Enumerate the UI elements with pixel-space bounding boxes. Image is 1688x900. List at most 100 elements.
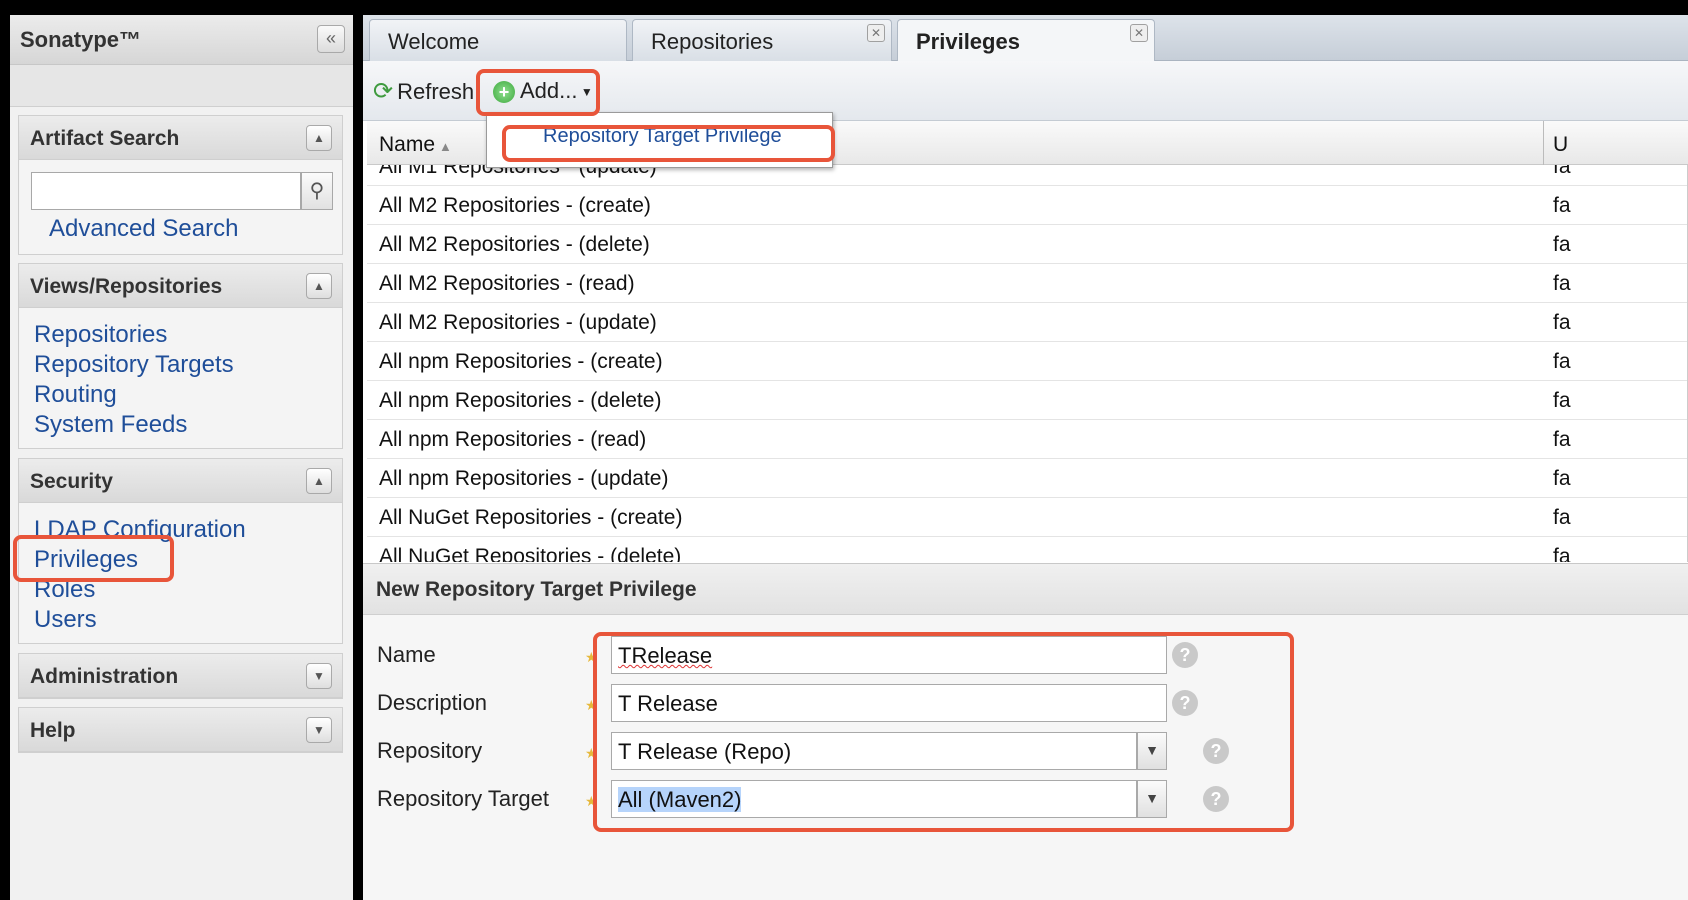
tab-welcome[interactable]: Welcome [369, 19, 627, 61]
description-value: T Release [618, 691, 718, 716]
repository-target-select-trigger[interactable]: ▼ [1137, 780, 1167, 818]
expand-down-icon[interactable]: ▼ [306, 663, 332, 689]
close-icon[interactable]: ✕ [867, 24, 885, 42]
add-label: Add... [520, 78, 578, 103]
nav-item-roles[interactable]: Roles [19, 575, 342, 605]
column-header-next[interactable]: U [1553, 133, 1568, 157]
nav-item-ldap-configuration[interactable]: LDAP Configuration [19, 515, 342, 545]
cell-name: All NuGet Repositories - (create) [379, 506, 683, 529]
cell-next: fa [1553, 272, 1571, 295]
brand-title: Sonatype™ [20, 27, 142, 52]
tab-label: Repositories [651, 29, 774, 54]
help-header[interactable]: Help ▼ [19, 708, 342, 752]
table-row[interactable]: All M2 Repositories - (update) fa [367, 303, 1687, 342]
nav-item-repository-targets[interactable]: Repository Targets [19, 350, 342, 380]
administration-header[interactable]: Administration ▼ [19, 654, 342, 698]
help-icon[interactable]: ? [1172, 690, 1198, 716]
cell-next: fa [1553, 165, 1571, 178]
help-icon[interactable]: ? [1172, 642, 1198, 668]
table-row[interactable]: All npm Repositories - (delete) fa [367, 381, 1687, 420]
tab-label: Privileges [916, 29, 1020, 54]
help-icon[interactable]: ? [1203, 738, 1229, 764]
security-body: LDAP Configuration Privileges Roles User… [19, 503, 342, 635]
repository-value: T Release (Repo) [618, 739, 792, 764]
cell-name: All npm Repositories - (create) [379, 350, 663, 373]
cell-next: fa [1553, 350, 1571, 373]
chevron-down-icon: ▼ [1145, 742, 1159, 758]
add-button[interactable]: + Add... ▼ [487, 71, 593, 111]
table-row[interactable]: All M1 Repositories - (update) fa [367, 165, 1687, 186]
collapse-sidebar-button[interactable]: « [317, 25, 345, 53]
description-field[interactable]: T Release [611, 684, 1167, 722]
artifact-search-panel: Artifact Search ▲ ⚲ Advanced Search [18, 115, 343, 255]
search-button[interactable]: ⚲ [301, 172, 333, 210]
tab-privileges[interactable]: Privileges ✕ [897, 19, 1155, 62]
search-icon: ⚲ [309, 180, 325, 202]
tab-label: Welcome [388, 29, 480, 54]
table-row[interactable]: All npm Repositories - (update) fa [367, 459, 1687, 498]
nav-item-users[interactable]: Users [19, 605, 342, 635]
table-row[interactable]: All NuGet Repositories - (create) fa [367, 498, 1687, 537]
form-title: New Repository Target Privilege [376, 578, 697, 601]
sidebar: Sonatype™ « Artifact Search ▲ ⚲ Advanced… [10, 15, 353, 900]
views-repositories-panel: Views/Repositories ▲ Repositories Reposi… [18, 263, 343, 449]
description-label: Description [377, 690, 488, 715]
cell-name: All M2 Repositories - (create) [379, 194, 651, 217]
search-input[interactable] [31, 172, 301, 210]
tab-repositories[interactable]: Repositories ✕ [632, 19, 892, 61]
close-icon[interactable]: ✕ [1130, 24, 1148, 42]
help-icon[interactable]: ? [1203, 786, 1229, 812]
add-dropdown-menu: Repository Target Privilege [486, 112, 833, 168]
nav-item-routing[interactable]: Routing [19, 380, 342, 410]
tab-strip: Welcome Repositories ✕ Privileges ✕ [363, 15, 1688, 62]
table-row[interactable]: All NuGet Repositories - (delete) fa [367, 537, 1687, 562]
nav-item-privileges[interactable]: Privileges [19, 545, 342, 575]
privilege-form: Name ★ TRelease ? Description ★ T Releas… [363, 615, 1688, 900]
cell-name: All M2 Repositories - (update) [379, 311, 657, 334]
cell-next: fa [1553, 506, 1571, 529]
column-separator[interactable] [1543, 121, 1544, 165]
table-row[interactable]: All M2 Repositories - (delete) fa [367, 225, 1687, 264]
help-title: Help [30, 719, 76, 742]
table-row[interactable]: All npm Repositories - (read) fa [367, 420, 1687, 459]
required-star-icon: ★ [585, 649, 598, 665]
name-label: Name [377, 642, 436, 667]
cell-name: All npm Repositories - (delete) [379, 389, 662, 412]
nav-item-repositories[interactable]: Repositories [19, 320, 342, 350]
privileges-grid[interactable]: All M1 Repositories - (update) fa All M2 R… [367, 165, 1688, 562]
cell-next: fa [1553, 545, 1571, 562]
table-row[interactable]: All M2 Repositories - (read) fa [367, 264, 1687, 303]
artifact-search-title: Artifact Search [30, 127, 180, 150]
brand-bar: Sonatype™ « [10, 15, 353, 65]
artifact-search-header[interactable]: Artifact Search ▲ [19, 116, 342, 160]
administration-panel: Administration ▼ [18, 653, 343, 699]
chevron-down-icon: ▼ [1145, 790, 1159, 806]
help-panel: Help ▼ [18, 707, 343, 753]
repository-label: Repository [377, 738, 483, 763]
repository-select[interactable]: T Release (Repo) [611, 732, 1137, 770]
cell-next: fa [1553, 194, 1571, 217]
column-header-name[interactable]: Name ▲ [379, 133, 452, 157]
repository-target-select[interactable]: All (Maven2) [611, 780, 1137, 818]
views-repositories-header[interactable]: Views/Repositories ▲ [19, 264, 342, 308]
collapse-up-icon[interactable]: ▲ [306, 125, 332, 151]
table-row[interactable]: All M2 Repositories - (create) fa [367, 186, 1687, 225]
collapse-up-icon[interactable]: ▲ [306, 273, 332, 299]
cell-next: fa [1553, 467, 1571, 490]
expand-down-icon[interactable]: ▼ [306, 717, 332, 743]
caret-down-icon: ▼ [577, 85, 593, 100]
name-value: TRelease [618, 643, 713, 668]
menu-item-repository-target-privilege[interactable]: Repository Target Privilege [543, 125, 782, 148]
repository-select-trigger[interactable]: ▼ [1137, 732, 1167, 770]
collapse-up-icon[interactable]: ▲ [306, 468, 332, 494]
double-chevron-left-icon: « [325, 28, 336, 48]
refresh-label: Refresh [397, 79, 475, 104]
table-row[interactable]: All npm Repositories - (create) fa [367, 342, 1687, 381]
security-header[interactable]: Security ▲ [19, 459, 342, 503]
name-field[interactable]: TRelease [611, 636, 1167, 674]
advanced-search-link[interactable]: Advanced Search [34, 214, 238, 244]
refresh-button[interactable]: ⟳ Refresh [373, 77, 483, 106]
cell-next: fa [1553, 233, 1571, 256]
nav-item-system-feeds[interactable]: System Feeds [19, 410, 342, 440]
cell-name: All npm Repositories - (read) [379, 428, 647, 451]
